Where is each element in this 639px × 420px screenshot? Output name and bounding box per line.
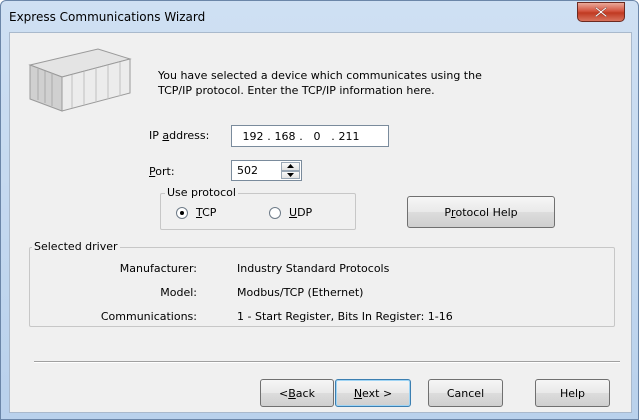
- close-icon: [595, 7, 607, 17]
- udp-radio[interactable]: [269, 207, 281, 219]
- back-button[interactable]: < Back: [260, 379, 334, 407]
- ip-octet-2[interactable]: 168: [274, 130, 296, 143]
- ip-label-part: IP: [149, 129, 163, 142]
- ip-octet-4[interactable]: 211: [338, 130, 360, 143]
- udp-radio-label[interactable]: UDP: [289, 206, 312, 219]
- communications-value: 1 - Start Register, Bits In Register: 1-…: [237, 310, 453, 323]
- port-stepper[interactable]: 502: [231, 160, 302, 181]
- title-bar[interactable]: Express Communications Wizard: [1, 1, 638, 33]
- help-button[interactable]: Help: [535, 379, 610, 407]
- port-label-part: ort:: [155, 165, 175, 178]
- next-button[interactable]: Next >: [335, 379, 411, 407]
- back-mnemonic: B: [288, 386, 296, 400]
- spin-down-button[interactable]: [281, 170, 300, 179]
- footer-separator: [34, 361, 620, 363]
- protocol-help-button[interactable]: Pr otocol Help: [407, 196, 555, 228]
- ip-octet-3[interactable]: 0: [306, 130, 328, 143]
- tcp-radio-label[interactable]: TCP: [196, 206, 216, 219]
- spin-down-icon: [287, 172, 294, 177]
- next-label-part: ext >: [362, 386, 393, 400]
- udp-mnemonic: U: [289, 206, 298, 219]
- cancel-button[interactable]: Cancel: [428, 379, 503, 407]
- ip-dot: .: [331, 129, 335, 143]
- port-value[interactable]: 502: [237, 164, 258, 177]
- udp-label-part: DP: [297, 206, 313, 219]
- dialog-client-area: You have selected a device which communi…: [9, 32, 632, 413]
- help-label-part: P: [444, 205, 451, 219]
- device-chassis-icon: [28, 48, 132, 112]
- port-spinner[interactable]: [281, 162, 300, 179]
- spin-up-icon: [287, 164, 294, 169]
- selected-driver-legend: Selected driver: [32, 240, 120, 253]
- tcp-label-part: CP: [202, 206, 217, 219]
- tcp-radio[interactable]: [176, 207, 188, 219]
- use-protocol-group: Use protocol TCP UDP: [160, 186, 356, 230]
- manufacturer-value: Industry Standard Protocols: [237, 262, 390, 275]
- next-mnemonic: N: [353, 386, 363, 400]
- back-label-part: ack: [295, 386, 315, 400]
- window-title: Express Communications Wizard: [9, 10, 206, 24]
- spin-up-button[interactable]: [281, 162, 300, 171]
- use-protocol-legend: Use protocol: [165, 186, 238, 199]
- intro-text: You have selected a device which communi…: [158, 68, 518, 98]
- ip-dot: .: [267, 129, 271, 143]
- intro-line-1: You have selected a device which communi…: [158, 69, 482, 82]
- back-label-part: <: [279, 386, 289, 400]
- help-label-part: otocol Help: [455, 205, 518, 219]
- ip-address-input[interactable]: 192. 168. 0. 211: [231, 125, 389, 147]
- port-label: Port:: [149, 165, 175, 178]
- ip-label-part: ddress:: [169, 129, 210, 142]
- model-label: Model:: [160, 286, 197, 299]
- wizard-window: Express Communications Wizard You have s…: [0, 0, 639, 420]
- ip-octet-1[interactable]: 192: [242, 130, 264, 143]
- model-value: Modbus/TCP (Ethernet): [237, 286, 364, 299]
- ip-address-label: IP address:: [149, 129, 209, 142]
- ip-dot: .: [299, 129, 303, 143]
- close-button[interactable]: [577, 2, 625, 22]
- selected-driver-group: Selected driver Manufacturer: Industry S…: [29, 240, 615, 327]
- manufacturer-label: Manufacturer:: [119, 262, 197, 275]
- intro-line-2: TCP/IP protocol. Enter the TCP/IP inform…: [158, 84, 435, 97]
- communications-label: Communications:: [100, 310, 197, 323]
